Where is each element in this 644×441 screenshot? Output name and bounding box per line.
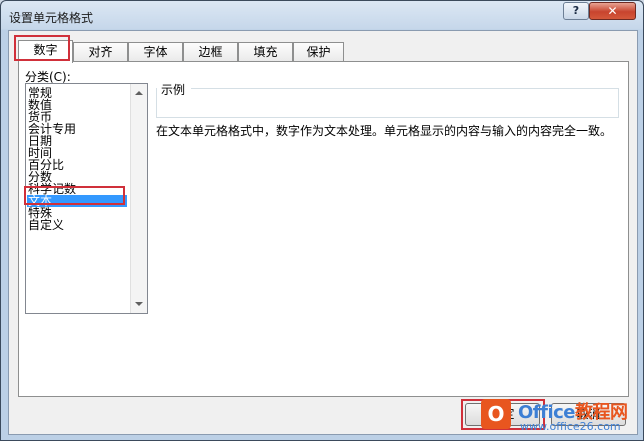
category-item-custom[interactable]: 自定义 (28, 219, 64, 231)
tab-font[interactable]: 字体 (128, 42, 183, 62)
help-button[interactable]: ? (563, 2, 589, 20)
office-logo-icon: O (481, 399, 511, 429)
title-bar[interactable]: 设置单元格格式 ? ✕ (1, 1, 644, 31)
dialog-client-area: 数字 对齐 字体 边框 填充 保护 分类(C): 常规 数值 货币 会计专用 日… (8, 30, 638, 435)
scroll-down-icon[interactable] (135, 302, 143, 306)
tab-border[interactable]: 边框 (183, 42, 238, 62)
sample-preview-box (156, 88, 619, 118)
category-scrollbar[interactable] (130, 84, 147, 313)
tab-highlight-box (14, 35, 70, 61)
watermark-url: www.office26.com (520, 420, 621, 433)
tab-protection[interactable]: 保护 (293, 42, 344, 62)
format-description: 在文本单元格格式中，数字作为文本处理。单元格显示的内容与输入的内容完全一致。 (156, 124, 613, 138)
tab-fill[interactable]: 填充 (238, 42, 293, 62)
category-highlight-box (24, 186, 125, 205)
scroll-up-icon[interactable] (135, 91, 143, 95)
watermark: O Office教程网 www.office26.com (470, 395, 644, 439)
close-button[interactable]: ✕ (589, 2, 636, 20)
tab-alignment[interactable]: 对齐 (73, 42, 128, 62)
window-title: 设置单元格格式 (9, 11, 94, 25)
dialog-window: 设置单元格格式 ? ✕ 数字 对齐 字体 边框 填充 保护 分类(C): 常规 … (0, 0, 644, 441)
number-tab-panel: 分类(C): 常规 数值 货币 会计专用 日期 时间 百分比 分数 科学记数 文… (18, 61, 629, 397)
